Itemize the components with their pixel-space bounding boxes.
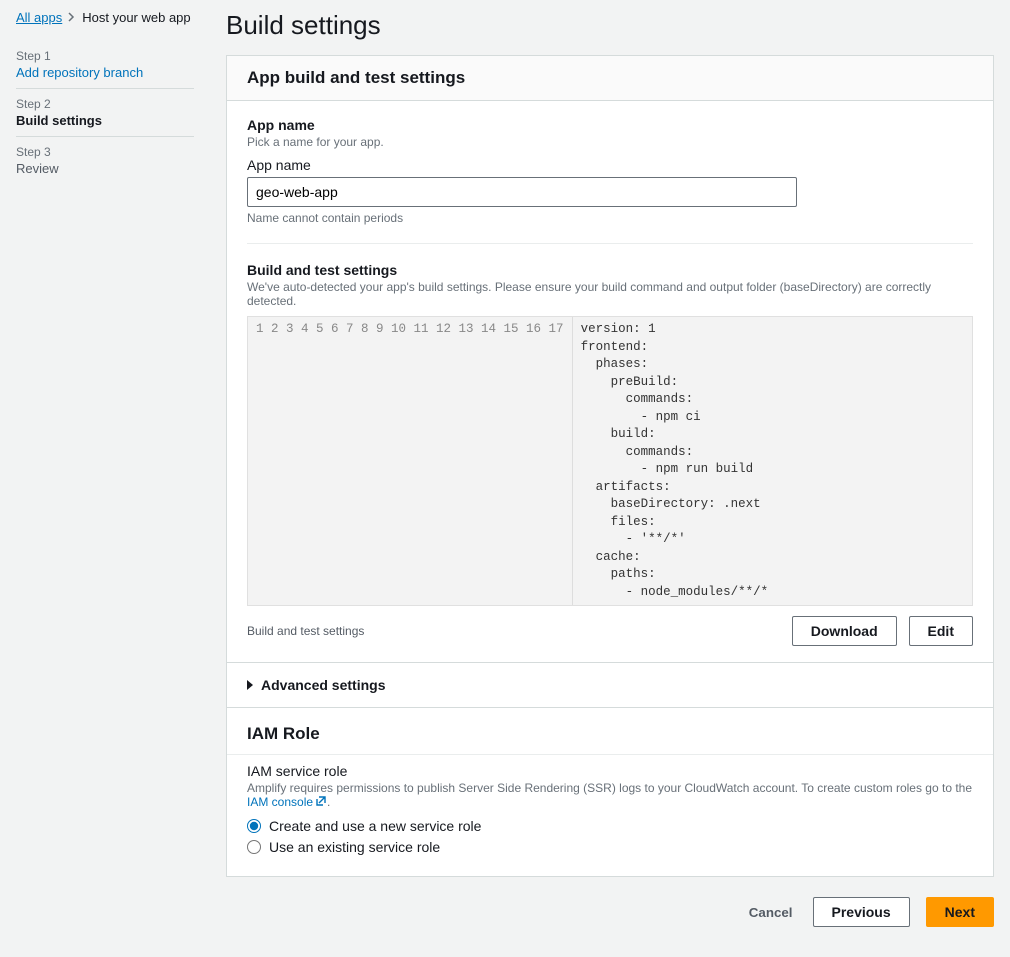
app-name-input[interactable] — [247, 177, 797, 207]
advanced-settings-label: Advanced settings — [261, 677, 385, 693]
breadcrumb-root-link[interactable]: All apps — [16, 10, 62, 25]
field-hint: Name cannot contain periods — [247, 211, 973, 225]
build-settings-panel: App build and test settings App name Pic… — [226, 55, 994, 877]
step-label: Review — [16, 161, 194, 176]
section-desc: We've auto-detected your app's build set… — [247, 280, 973, 308]
wizard-step-2[interactable]: Step 2 Build settings — [16, 88, 194, 136]
code-footer-label: Build and test settings — [247, 624, 364, 638]
code-content: version: 1 frontend: phases: preBuild: c… — [573, 317, 972, 605]
code-editor: 1 2 3 4 5 6 7 8 9 10 11 12 13 14 15 16 1… — [247, 316, 973, 606]
radio-label: Create and use a new service role — [269, 818, 481, 834]
chevron-right-icon — [68, 11, 76, 25]
field-label: App name — [247, 157, 973, 173]
iam-role-heading: IAM Role — [247, 724, 973, 744]
section-title: Build and test settings — [247, 262, 973, 278]
advanced-settings-toggle[interactable]: Advanced settings — [227, 663, 993, 707]
previous-button[interactable]: Previous — [813, 897, 910, 927]
breadcrumb-current: Host your web app — [82, 10, 190, 25]
radio-input[interactable] — [247, 819, 261, 833]
radio-create-new-role[interactable]: Create and use a new service role — [247, 818, 973, 834]
code-gutter: 1 2 3 4 5 6 7 8 9 10 11 12 13 14 15 16 1… — [248, 317, 573, 605]
step-number: Step 1 — [16, 49, 194, 63]
app-name-section: App name Pick a name for your app. App n… — [247, 117, 973, 225]
cancel-button[interactable]: Cancel — [737, 897, 805, 927]
breadcrumb: All apps Host your web app — [16, 10, 194, 25]
radio-existing-role[interactable]: Use an existing service role — [247, 839, 973, 855]
step-label: Add repository branch — [16, 65, 194, 80]
step-label: Build settings — [16, 113, 194, 128]
iam-section-desc: Amplify requires permissions to publish … — [247, 781, 973, 810]
wizard-step-1[interactable]: Step 1 Add repository branch — [16, 41, 194, 88]
radio-input[interactable] — [247, 840, 261, 854]
wizard-actions: Cancel Previous Next — [226, 891, 994, 933]
edit-button[interactable]: Edit — [909, 616, 973, 646]
wizard-step-3[interactable]: Step 3 Review — [16, 136, 194, 184]
divider — [247, 243, 973, 244]
next-button[interactable]: Next — [926, 897, 994, 927]
step-number: Step 3 — [16, 145, 194, 159]
caret-right-icon — [247, 680, 253, 690]
section-desc: Pick a name for your app. — [247, 135, 973, 149]
iam-console-link[interactable]: IAM console — [247, 795, 327, 809]
build-test-section: Build and test settings We've auto-detec… — [247, 262, 973, 646]
step-number: Step 2 — [16, 97, 194, 111]
iam-section-title: IAM service role — [247, 763, 973, 779]
section-title: App name — [247, 117, 973, 133]
panel-heading: App build and test settings — [247, 68, 973, 88]
download-button[interactable]: Download — [792, 616, 897, 646]
page-title: Build settings — [226, 10, 994, 41]
radio-label: Use an existing service role — [269, 839, 440, 855]
external-link-icon — [315, 795, 327, 810]
